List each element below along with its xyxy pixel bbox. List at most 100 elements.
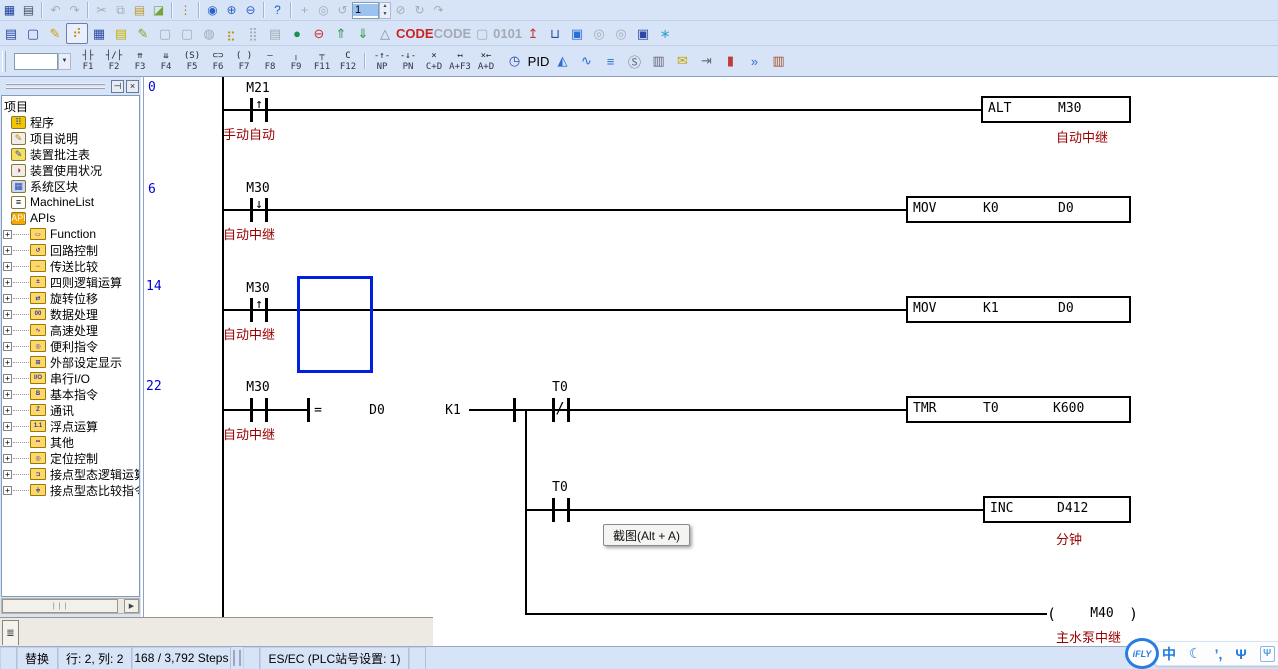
tree-item-data-processing[interactable]: + 00 数据处理 <box>2 306 139 322</box>
expand-plus-icon[interactable]: + <box>3 278 12 287</box>
expand-plus-icon[interactable]: + <box>3 454 12 463</box>
page-spinner-arrows[interactable]: ▲▼ <box>379 2 391 19</box>
pin-icon[interactable]: ⊣ <box>111 80 124 93</box>
delete-row-button[interactable]: ⊔ <box>544 23 566 44</box>
ladder-mode-button[interactable]: ⠞ <box>66 23 88 44</box>
table-gray-button[interactable]: ▥ <box>647 50 670 72</box>
tree-item-high-speed[interactable]: + ∿ 高速处理 <box>2 322 139 338</box>
refresh-button[interactable]: ↺ <box>333 1 352 19</box>
comment-2-button[interactable]: ▤ <box>264 23 286 44</box>
tree-item-arithmetic-logic[interactable]: + ± 四则逻辑运算 <box>2 274 139 290</box>
contact-falling-button[interactable]: ⇊F4 <box>153 48 179 75</box>
falling-edge-symbol[interactable]: ↓ <box>251 197 267 212</box>
lamp-button[interactable]: ◍ <box>198 23 220 44</box>
thermometer-button[interactable]: ▮ <box>719 50 742 72</box>
tree-item-device-comment[interactable]: ✎ 装置批注表 <box>2 146 139 162</box>
instruction-box-alt[interactable]: ALT M30 <box>981 96 1131 123</box>
paste-button[interactable]: ▤ <box>130 1 149 19</box>
combo-dropdown-icon[interactable]: ▼ <box>58 53 71 70</box>
af3-button[interactable]: ↤A+F3 <box>447 48 473 75</box>
stop-button[interactable]: ⊖ <box>308 23 330 44</box>
expand-plus-icon[interactable]: + <box>3 358 12 367</box>
expand-plus-icon[interactable]: + <box>3 438 12 447</box>
contact-rising-button[interactable]: ⇈F3 <box>127 48 153 75</box>
contact-nc-button[interactable]: ┤/├F2 <box>101 48 127 75</box>
expand-plus-icon[interactable]: + <box>3 486 12 495</box>
mail-button[interactable]: ✉ <box>671 50 694 72</box>
ifly-logo[interactable]: iFLY <box>1125 638 1159 669</box>
rising-edge-symbol[interactable]: ↑ <box>251 297 267 312</box>
nav-up-button[interactable]: + <box>295 1 314 19</box>
device-monitor-button[interactable]: ▢ <box>22 23 44 44</box>
highlight-button[interactable]: ✎ <box>132 23 154 44</box>
tree-item-contact-logic[interactable]: + ⊐ 接点型态逻辑运算 <box>2 466 139 482</box>
transfer-gray-button[interactable]: ▢ <box>471 23 493 44</box>
stop-refresh-button[interactable]: ⊘ <box>391 1 410 19</box>
pn-button[interactable]: -↓-PN <box>395 48 421 75</box>
symbol-combo-value[interactable] <box>14 53 58 70</box>
ladder-symbol-combo[interactable]: ▼ <box>14 53 71 70</box>
cd-button[interactable]: ×C+D <box>421 48 447 75</box>
cycle-button[interactable]: ↻ <box>410 1 429 19</box>
tree-item-program[interactable]: ⠿ 程序 <box>2 114 139 130</box>
expand-plus-icon[interactable]: + <box>3 294 12 303</box>
forward-button[interactable]: ↷ <box>429 1 448 19</box>
page-spinner-value[interactable]: 1 <box>352 2 379 19</box>
spinner-up-icon[interactable]: ▲ <box>380 3 390 11</box>
goto-button[interactable]: ◎ <box>314 1 333 19</box>
instruction-box-tmr[interactable]: TMR T0 K600 <box>906 396 1131 423</box>
instruction-mode-button[interactable]: ▦ <box>88 23 110 44</box>
s-flag-button[interactable]: Ⓢ <box>623 50 646 72</box>
tree-item-transfer-compare[interactable]: + ↔ 传送比较 <box>2 258 139 274</box>
edit-comment-button[interactable]: ✎ <box>44 23 66 44</box>
compare-contact-button[interactable]: CF12 <box>335 48 361 75</box>
sidebar-hscrollbar[interactable]: | | | ▶ <box>1 598 140 614</box>
wave-button[interactable]: ∿ <box>575 50 598 72</box>
zoom-out-button[interactable]: ⊖ <box>241 1 260 19</box>
ime-chinese-mode-icon[interactable]: 中 <box>1162 644 1176 664</box>
code-convert-2-button[interactable]: CODE <box>434 23 472 44</box>
ime-voice-keyboard-icon[interactable]: Ψ <box>1260 646 1275 662</box>
undo-button[interactable]: ↶ <box>46 1 65 19</box>
rising-edge-symbol[interactable]: ↑ <box>251 97 267 112</box>
tree-item-apis[interactable]: API APIs <box>2 210 139 226</box>
expand-plus-icon[interactable]: + <box>3 390 12 399</box>
io-gray-button[interactable]: 0101 <box>493 23 522 44</box>
tree-item-serial-io[interactable]: + I/O 串行I/O <box>2 370 139 386</box>
expand-plus-icon[interactable]: + <box>3 422 12 431</box>
comment-list-button[interactable]: ▤ <box>110 23 132 44</box>
ime-mic-icon[interactable]: Ψ <box>1235 646 1246 662</box>
spinner-down-icon[interactable]: ▼ <box>380 10 390 18</box>
insert-row-button[interactable]: ↥ <box>522 23 544 44</box>
ladder-monitor-button[interactable]: ▤ <box>0 23 22 44</box>
timer-button[interactable]: ◷ <box>503 50 526 72</box>
scrollbar-right-arrow-icon[interactable]: ▶ <box>124 599 139 613</box>
instruction-box-mov[interactable]: MOV K1 D0 <box>906 296 1131 323</box>
instruction-box-mov[interactable]: MOV K0 D0 <box>906 196 1131 223</box>
cut-button[interactable]: ✂ <box>92 1 111 19</box>
tree-item-function[interactable]: + ▭ Function <box>2 226 139 242</box>
tree-item-positioning[interactable]: + ◎ 定位控制 <box>2 450 139 466</box>
np-button[interactable]: -↑-NP <box>369 48 395 75</box>
find-button[interactable]: ◉ <box>203 1 222 19</box>
ad-button[interactable]: ×←A+D <box>473 48 499 75</box>
graph-button[interactable]: ◭ <box>551 50 574 72</box>
tree-item-contact-compare[interactable]: + ≑ 接点型态比较指令 <box>2 482 139 498</box>
expand-plus-icon[interactable]: + <box>3 470 12 479</box>
contact-no-button[interactable]: ┤├F1 <box>75 48 101 75</box>
upload-plc-button[interactable]: ⇓ <box>352 23 374 44</box>
ime-night-mode-icon[interactable]: ☾ <box>1189 645 1202 662</box>
save-button[interactable]: ▦ <box>0 1 19 19</box>
sidebar-grip[interactable] <box>6 83 105 89</box>
tree-root-project[interactable]: 项目 <box>2 98 139 114</box>
expand-plus-icon[interactable]: + <box>3 310 12 319</box>
tree-item-project-note[interactable]: ✎ 项目说明 <box>2 130 139 146</box>
panel-tab[interactable]: ≣ <box>2 620 19 645</box>
download-plc-button[interactable]: ⇑ <box>330 23 352 44</box>
expand-plus-icon[interactable]: + <box>3 246 12 255</box>
address-view-button[interactable]: ⋮ <box>176 1 195 19</box>
redo-button[interactable]: ↷ <box>65 1 84 19</box>
expand-plus-icon[interactable]: + <box>3 230 12 239</box>
find-ip-button[interactable]: ◎ <box>610 23 632 44</box>
find-m-button[interactable]: ◎ <box>588 23 610 44</box>
